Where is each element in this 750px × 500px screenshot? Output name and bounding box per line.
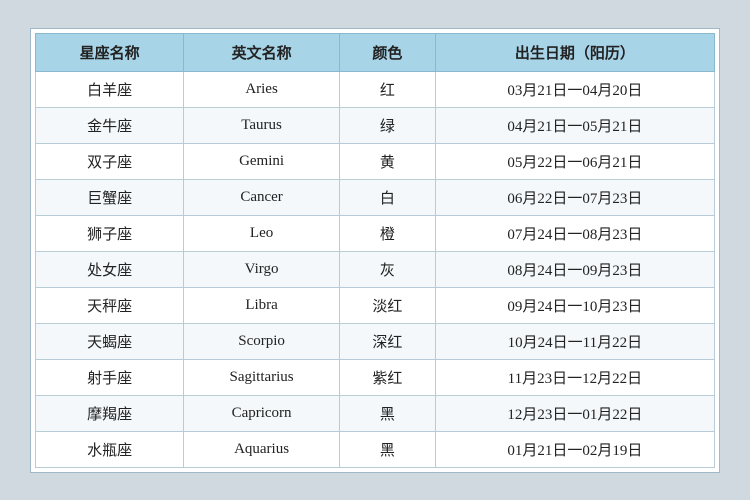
table-row: 狮子座Leo橙07月24日一08月23日 — [36, 215, 715, 251]
zodiac-table-container: 星座名称 英文名称 颜色 出生日期（阳历） 白羊座Aries红03月21日一04… — [30, 28, 720, 473]
cell-9-1: Capricorn — [184, 395, 340, 431]
cell-0-0: 白羊座 — [36, 71, 184, 107]
cell-7-2: 深红 — [339, 323, 435, 359]
cell-0-3: 03月21日一04月20日 — [435, 71, 714, 107]
table-header-row: 星座名称 英文名称 颜色 出生日期（阳历） — [36, 33, 715, 71]
table-row: 双子座Gemini黄05月22日一06月21日 — [36, 143, 715, 179]
cell-8-2: 紫红 — [339, 359, 435, 395]
cell-3-0: 巨蟹座 — [36, 179, 184, 215]
cell-5-1: Virgo — [184, 251, 340, 287]
cell-7-1: Scorpio — [184, 323, 340, 359]
cell-6-2: 淡红 — [339, 287, 435, 323]
cell-1-0: 金牛座 — [36, 107, 184, 143]
header-english-name: 英文名称 — [184, 33, 340, 71]
cell-3-2: 白 — [339, 179, 435, 215]
header-color: 颜色 — [339, 33, 435, 71]
cell-2-0: 双子座 — [36, 143, 184, 179]
cell-10-0: 水瓶座 — [36, 431, 184, 467]
table-row: 金牛座Taurus绿04月21日一05月21日 — [36, 107, 715, 143]
cell-4-2: 橙 — [339, 215, 435, 251]
cell-3-1: Cancer — [184, 179, 340, 215]
cell-10-2: 黑 — [339, 431, 435, 467]
cell-1-2: 绿 — [339, 107, 435, 143]
cell-2-2: 黄 — [339, 143, 435, 179]
table-row: 摩羯座Capricorn黑12月23日一01月22日 — [36, 395, 715, 431]
header-birthdate: 出生日期（阳历） — [435, 33, 714, 71]
table-row: 巨蟹座Cancer白06月22日一07月23日 — [36, 179, 715, 215]
cell-8-1: Sagittarius — [184, 359, 340, 395]
cell-2-1: Gemini — [184, 143, 340, 179]
cell-8-3: 11月23日一12月22日 — [435, 359, 714, 395]
cell-1-3: 04月21日一05月21日 — [435, 107, 714, 143]
cell-7-0: 天蝎座 — [36, 323, 184, 359]
cell-1-1: Taurus — [184, 107, 340, 143]
cell-5-3: 08月24日一09月23日 — [435, 251, 714, 287]
table-row: 天蝎座Scorpio深红10月24日一11月22日 — [36, 323, 715, 359]
cell-0-2: 红 — [339, 71, 435, 107]
cell-6-1: Libra — [184, 287, 340, 323]
cell-3-3: 06月22日一07月23日 — [435, 179, 714, 215]
cell-2-3: 05月22日一06月21日 — [435, 143, 714, 179]
header-chinese-name: 星座名称 — [36, 33, 184, 71]
cell-5-2: 灰 — [339, 251, 435, 287]
table-row: 天秤座Libra淡红09月24日一10月23日 — [36, 287, 715, 323]
cell-4-1: Leo — [184, 215, 340, 251]
cell-9-0: 摩羯座 — [36, 395, 184, 431]
cell-9-2: 黑 — [339, 395, 435, 431]
cell-10-3: 01月21日一02月19日 — [435, 431, 714, 467]
table-row: 白羊座Aries红03月21日一04月20日 — [36, 71, 715, 107]
table-row: 射手座Sagittarius紫红11月23日一12月22日 — [36, 359, 715, 395]
cell-6-3: 09月24日一10月23日 — [435, 287, 714, 323]
cell-4-3: 07月24日一08月23日 — [435, 215, 714, 251]
cell-7-3: 10月24日一11月22日 — [435, 323, 714, 359]
cell-5-0: 处女座 — [36, 251, 184, 287]
zodiac-table: 星座名称 英文名称 颜色 出生日期（阳历） 白羊座Aries红03月21日一04… — [35, 33, 715, 468]
cell-6-0: 天秤座 — [36, 287, 184, 323]
table-row: 处女座Virgo灰08月24日一09月23日 — [36, 251, 715, 287]
cell-10-1: Aquarius — [184, 431, 340, 467]
cell-0-1: Aries — [184, 71, 340, 107]
cell-4-0: 狮子座 — [36, 215, 184, 251]
cell-9-3: 12月23日一01月22日 — [435, 395, 714, 431]
table-row: 水瓶座Aquarius黑01月21日一02月19日 — [36, 431, 715, 467]
cell-8-0: 射手座 — [36, 359, 184, 395]
